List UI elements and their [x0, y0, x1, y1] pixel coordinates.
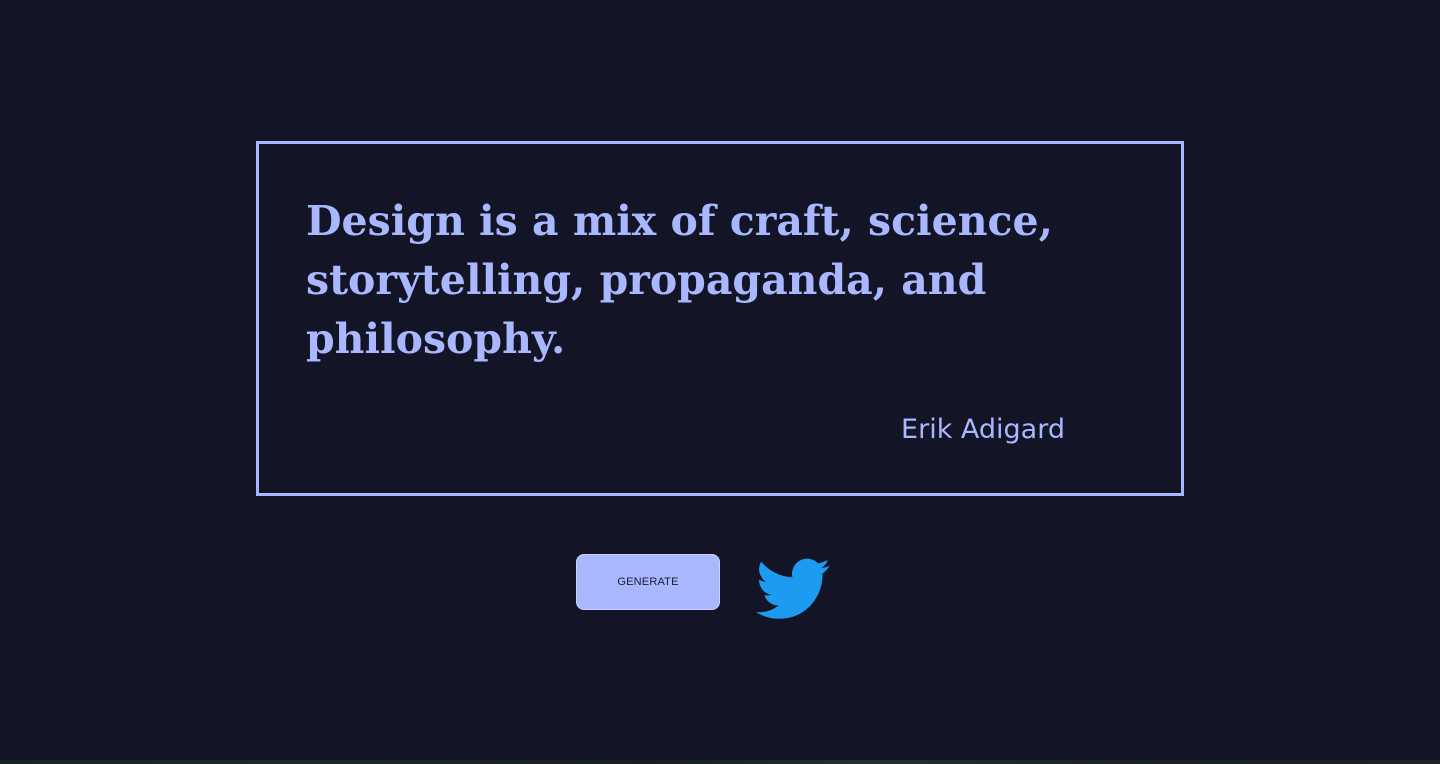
background-image-edge	[0, 760, 1440, 764]
quote-card: Design is a mix of craft, science, story…	[256, 141, 1184, 496]
generate-button[interactable]: GENERATE	[576, 554, 720, 610]
twitter-bird-icon	[756, 558, 830, 619]
page: Design is a mix of craft, science, story…	[0, 0, 1440, 764]
quote-text: Design is a mix of craft, science, story…	[306, 197, 1053, 363]
quote-author: Erik Adigard	[901, 414, 1065, 445]
tweet-quote-link[interactable]	[756, 558, 830, 622]
